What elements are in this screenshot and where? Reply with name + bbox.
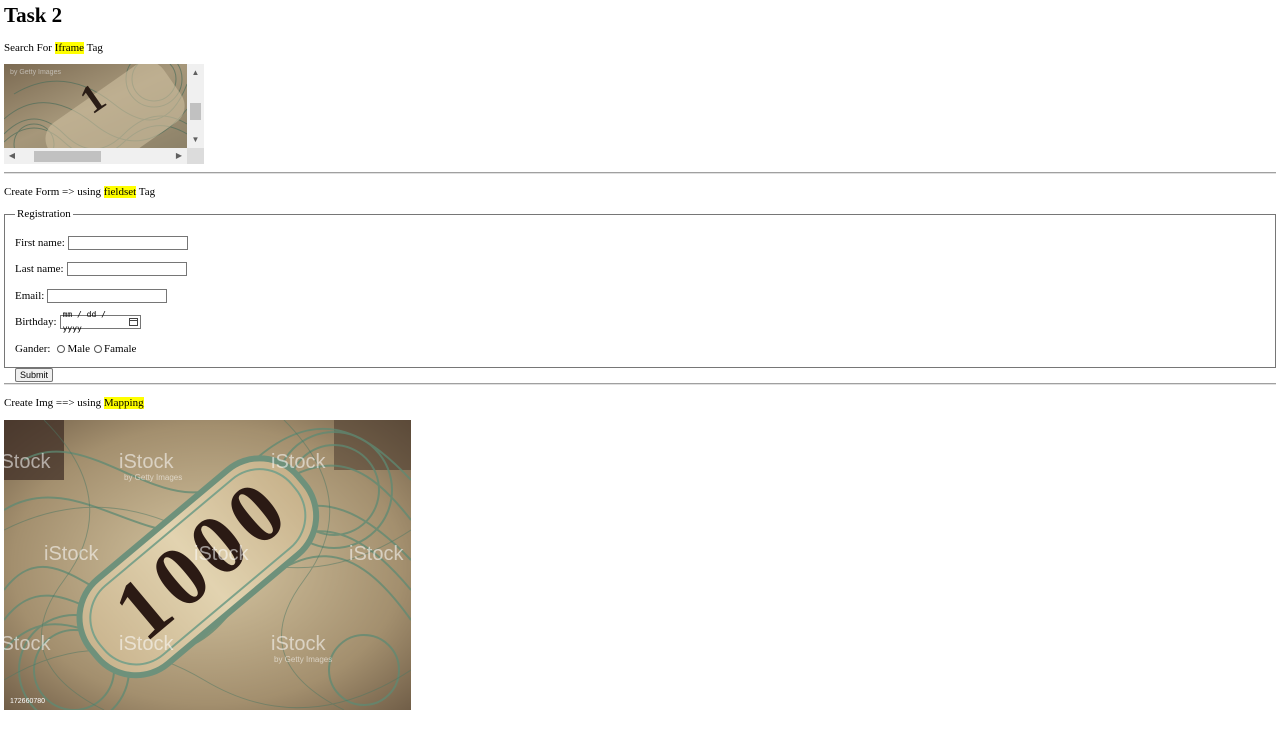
last-name-label: Last name: <box>15 263 64 275</box>
gender-female-radio[interactable] <box>94 345 103 353</box>
scrollbar-corner <box>187 148 204 164</box>
watermark: iStock <box>4 633 51 655</box>
iframe-banknote-image: 1 by Getty Images <box>4 64 187 148</box>
first-name-input[interactable] <box>67 236 188 250</box>
watermark: iStock <box>44 543 99 565</box>
birthday-label: Birthday: <box>15 316 57 328</box>
iframe-section-caption: Search For Iframe Tag <box>4 41 103 55</box>
watermark-sub: by Getty Images <box>274 655 332 664</box>
form-caption-suffix: Tag <box>136 186 156 198</box>
watermark: iStock <box>271 451 326 473</box>
watermark: iStock <box>349 543 404 565</box>
gender-label: Gander: <box>15 343 51 355</box>
iframe-image-crop: 1 by Getty Images <box>4 64 187 148</box>
first-name-label: First name: <box>15 237 65 249</box>
email-label: Email: <box>15 290 45 302</box>
section-divider <box>4 383 1276 385</box>
form-section-caption: Create Form => using fieldset Tag <box>4 185 155 199</box>
iframe-horizontal-scrollbar[interactable]: ◀ ▶ <box>4 148 187 164</box>
email-input[interactable] <box>47 289 168 303</box>
form-caption-prefix: Create Form => using <box>4 186 104 198</box>
birthday-placeholder: mm / dd / yyyy <box>62 310 106 333</box>
scroll-down-arrow-icon[interactable]: ▼ <box>187 131 204 148</box>
last-name-row: Last name: <box>15 262 187 276</box>
watermark: iStock <box>4 451 51 473</box>
submit-row: Submit <box>15 368 54 382</box>
gender-male-radio[interactable] <box>57 345 66 353</box>
gender-female-label[interactable]: Famale <box>104 342 136 356</box>
mapped-image[interactable]: 1000 iStock iStock iStock by Getty Image… <box>4 420 411 710</box>
last-name-input[interactable] <box>66 262 187 276</box>
banknote-photo: 1000 iStock iStock iStock by Getty Image… <box>4 420 411 710</box>
page-root: Task 2 Search For Iframe Tag 1 by Getty … <box>0 3 1280 710</box>
watermark: iStock <box>194 543 249 565</box>
iframe-caption-prefix: Search For <box>4 42 55 54</box>
watermark: iStock <box>119 633 174 655</box>
birthday-row: Birthday: mm / dd / yyyy <box>15 310 141 333</box>
registration-fieldset: Registration First name: Last name: Emai… <box>4 208 1276 382</box>
registration-legend: Registration <box>17 208 71 220</box>
iframe-vertical-scrollbar[interactable]: ▲ ▼ <box>187 64 204 148</box>
page-title: Task 2 <box>4 3 63 27</box>
scroll-right-arrow-icon[interactable]: ▶ <box>171 148 187 164</box>
section-divider <box>4 172 1276 174</box>
iframe-watermark: by Getty Images <box>10 69 61 76</box>
watermark: iStock <box>119 451 174 473</box>
map-caption-highlight: Mapping <box>103 397 144 409</box>
form-caption-highlight: fieldset <box>103 186 137 198</box>
calendar-icon[interactable] <box>128 318 138 326</box>
watermark: iStock <box>271 633 326 655</box>
watermark-sub: by Getty Images <box>124 473 182 482</box>
email-row: Email: <box>15 289 168 303</box>
scroll-up-arrow-icon[interactable]: ▲ <box>187 64 204 81</box>
iframe-caption-highlight: Iframe <box>54 42 85 54</box>
submit-button[interactable]: Submit <box>15 368 54 382</box>
iframe-caption-suffix: Tag <box>84 42 103 54</box>
gender-row: Gander: Male Famale <box>15 342 136 356</box>
map-caption-prefix: Create Img ==> using <box>4 397 104 409</box>
iframe-viewport[interactable]: 1 by Getty Images ▲ ▼ ◀ ▶ <box>4 64 204 164</box>
first-name-row: First name: <box>15 236 188 250</box>
stock-id-label: 172660780 <box>10 698 46 705</box>
vertical-scroll-thumb[interactable] <box>190 103 201 120</box>
map-section-caption: Create Img ==> using Mapping <box>4 396 144 410</box>
gender-male-label[interactable]: Male <box>67 342 90 356</box>
scroll-left-arrow-icon[interactable]: ◀ <box>4 148 20 164</box>
horizontal-scroll-thumb[interactable] <box>34 151 101 162</box>
birthday-date-input[interactable]: mm / dd / yyyy <box>59 310 141 333</box>
